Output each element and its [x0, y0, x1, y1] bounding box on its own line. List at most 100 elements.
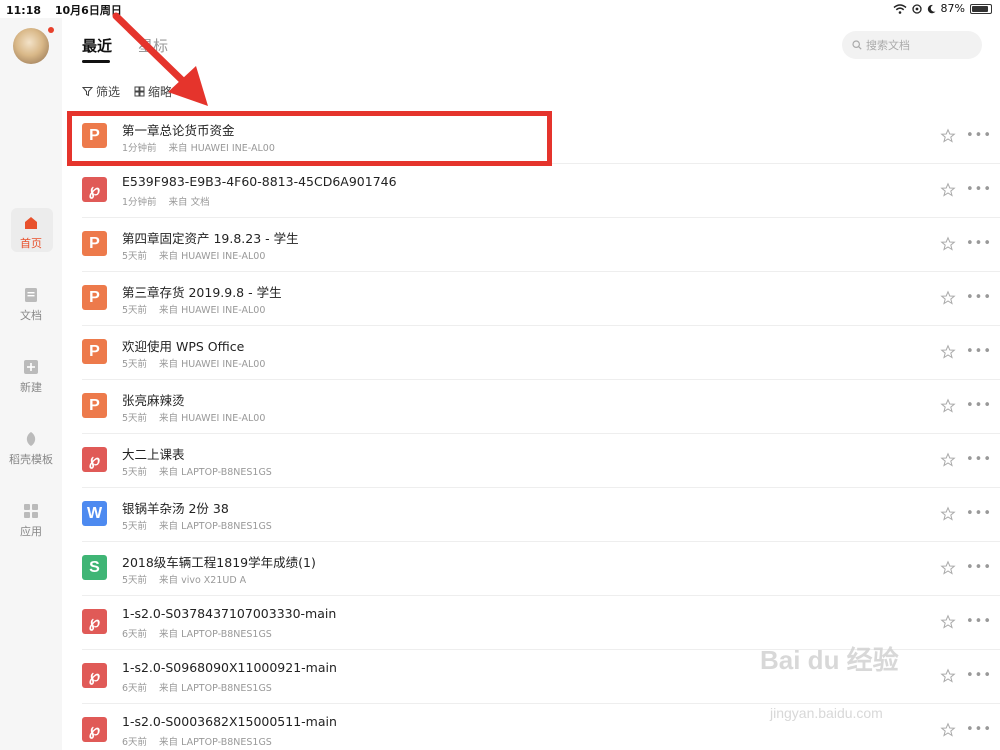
- sidebar-item-apps[interactable]: 应用: [0, 496, 62, 546]
- file-meta: 6天前 来自 LAPTOP-B8NES1GS: [122, 734, 272, 748]
- file-row[interactable]: P 第三章存货 2019.9.8 - 学生 5天前 来自 HUAWEI INE-AL0…: [62, 272, 1000, 326]
- star-icon[interactable]: [940, 236, 956, 252]
- notification-dot: [48, 27, 54, 33]
- file-name: 第四章固定资产 19.8.23 - 学生: [122, 231, 299, 246]
- star-icon[interactable]: [940, 560, 956, 576]
- thumbnail-grid-icon: [134, 86, 145, 97]
- thumbnail-button[interactable]: 缩略: [134, 83, 172, 100]
- file-name: 张亮麻辣烫: [122, 393, 185, 408]
- file-meta: 1分钟前 来自 文档: [122, 194, 210, 208]
- file-source: 来自 HUAWEI INE-AL00: [159, 251, 266, 262]
- watermark-url: jingyan.baidu.com: [770, 705, 883, 721]
- file-time: 5天前: [122, 575, 148, 586]
- more-options-icon[interactable]: •••: [966, 506, 992, 521]
- more-options-icon[interactable]: •••: [966, 668, 992, 683]
- file-meta: 5天前 来自 HUAWEI INE-AL00: [122, 410, 265, 424]
- sidebar-label-templates: 稻壳模板: [9, 453, 53, 466]
- more-options-icon[interactable]: •••: [966, 344, 992, 359]
- file-source: 来自 LAPTOP-B8NES1GS: [159, 521, 272, 532]
- filter-icon: [82, 87, 93, 97]
- file-time: 5天前: [122, 521, 148, 532]
- sidebar: 首页 文档 新建 稻壳模板 应用: [0, 18, 62, 750]
- more-options-icon[interactable]: •••: [966, 560, 992, 575]
- moon-icon: [927, 4, 936, 13]
- sidebar-item-new[interactable]: 新建: [0, 352, 62, 402]
- file-row[interactable]: ℘ 大二上课表 5天前 来自 LAPTOP-B8NES1GS •••: [62, 434, 1000, 488]
- status-bar: 11:18 10月6日周日 87%: [0, 0, 1000, 18]
- more-options-icon[interactable]: •••: [966, 182, 992, 197]
- tab-starred[interactable]: 星标: [138, 35, 168, 56]
- file-name: 第三章存货 2019.9.8 - 学生: [122, 285, 282, 300]
- avatar[interactable]: [13, 28, 49, 64]
- leaf-icon: [26, 432, 36, 446]
- file-row[interactable]: P 欢迎使用 WPS Office 5天前 来自 HUAWEI INE-AL00 •••: [62, 326, 1000, 380]
- star-icon[interactable]: [940, 182, 956, 198]
- star-icon[interactable]: [940, 452, 956, 468]
- star-icon[interactable]: [940, 668, 956, 684]
- file-row[interactable]: P 第四章固定资产 19.8.23 - 学生 5天前 来自 HUAWEI INE-AL…: [62, 218, 1000, 272]
- file-meta: 6天前 来自 LAPTOP-B8NES1GS: [122, 626, 272, 640]
- location-icon: [911, 3, 922, 14]
- ppt-file-icon: P: [82, 393, 107, 418]
- star-icon[interactable]: [940, 506, 956, 522]
- more-options-icon[interactable]: •••: [966, 452, 992, 467]
- ppt-file-icon: P: [82, 231, 107, 256]
- file-meta: 5天前 来自 vivo X21UD A: [122, 572, 246, 586]
- tab-underline: [82, 60, 110, 63]
- toolbar: 筛选 缩略: [82, 83, 172, 100]
- pdf-file-icon: ℘: [82, 447, 107, 472]
- star-icon[interactable]: [940, 614, 956, 630]
- file-source: 来自 vivo X21UD A: [159, 575, 247, 586]
- more-options-icon[interactable]: •••: [966, 614, 992, 629]
- file-name: 欢迎使用 WPS Office: [122, 339, 245, 354]
- sidebar-label-home: 首页: [20, 237, 42, 250]
- more-options-icon[interactable]: •••: [966, 236, 992, 251]
- file-time: 5天前: [122, 413, 148, 424]
- battery-percent: 87%: [940, 2, 965, 15]
- star-icon[interactable]: [940, 398, 956, 414]
- star-icon[interactable]: [940, 290, 956, 306]
- sidebar-label-apps: 应用: [20, 525, 42, 538]
- file-meta: 5天前 来自 LAPTOP-B8NES1GS: [122, 464, 272, 478]
- sidebar-item-documents[interactable]: 文档: [0, 280, 62, 330]
- sidebar-label-documents: 文档: [20, 309, 42, 322]
- sidebar-item-templates[interactable]: 稻壳模板: [0, 424, 62, 474]
- file-source: 来自 HUAWEI INE-AL00: [159, 305, 266, 316]
- file-source: 来自 LAPTOP-B8NES1GS: [159, 683, 272, 694]
- more-options-icon[interactable]: •••: [966, 398, 992, 413]
- tab-recent[interactable]: 最近: [82, 35, 112, 56]
- pdf-file-icon: ℘: [82, 717, 107, 742]
- file-row[interactable]: W 银锅羊杂汤 2份 38 5天前 来自 LAPTOP-B8NES1GS •••: [62, 488, 1000, 542]
- word-file-icon: W: [82, 501, 107, 526]
- file-name: 2018级车辆工程1819学年成绩(1): [122, 555, 316, 570]
- star-icon[interactable]: [940, 128, 956, 144]
- file-name: 银锅羊杂汤 2份 38: [122, 501, 229, 516]
- wifi-icon: [893, 3, 907, 14]
- file-meta: 5天前 来自 LAPTOP-B8NES1GS: [122, 518, 272, 532]
- file-time: 5天前: [122, 359, 148, 370]
- more-options-icon[interactable]: •••: [966, 290, 992, 305]
- file-row[interactable]: P 张亮麻辣烫 5天前 来自 HUAWEI INE-AL00 •••: [62, 380, 1000, 434]
- filter-label: 筛选: [96, 85, 121, 99]
- file-source: 来自 HUAWEI INE-AL00: [159, 359, 266, 370]
- pdf-file-icon: ℘: [82, 663, 107, 688]
- filter-button[interactable]: 筛选: [82, 83, 120, 100]
- ppt-file-icon: P: [82, 285, 107, 310]
- file-row[interactable]: ℘ E539F983-E9B3-4F60-8813-45CD6A901746 1分钟…: [62, 164, 1000, 218]
- sidebar-item-home[interactable]: 首页: [0, 208, 62, 258]
- file-time: 5天前: [122, 305, 148, 316]
- pdf-file-icon: ℘: [82, 609, 107, 634]
- file-row[interactable]: S 2018级车辆工程1819学年成绩(1) 5天前 来自 vivo X21UD A •…: [62, 542, 1000, 596]
- search-placeholder: 搜索文档: [866, 39, 910, 52]
- file-source: 来自 LAPTOP-B8NES1GS: [159, 467, 272, 478]
- status-date: 10月6日周日: [54, 4, 122, 17]
- star-icon[interactable]: [940, 722, 956, 738]
- more-options-icon[interactable]: •••: [966, 722, 992, 737]
- file-name: 1-s2.0-S0378437107003330-main: [122, 606, 337, 621]
- search-icon: [852, 40, 862, 50]
- search-input[interactable]: 搜索文档: [842, 31, 982, 59]
- file-name: E539F983-E9B3-4F60-8813-45CD6A901746: [122, 174, 397, 189]
- star-icon[interactable]: [940, 344, 956, 360]
- file-time: 6天前: [122, 683, 148, 694]
- more-options-icon[interactable]: •••: [966, 128, 992, 143]
